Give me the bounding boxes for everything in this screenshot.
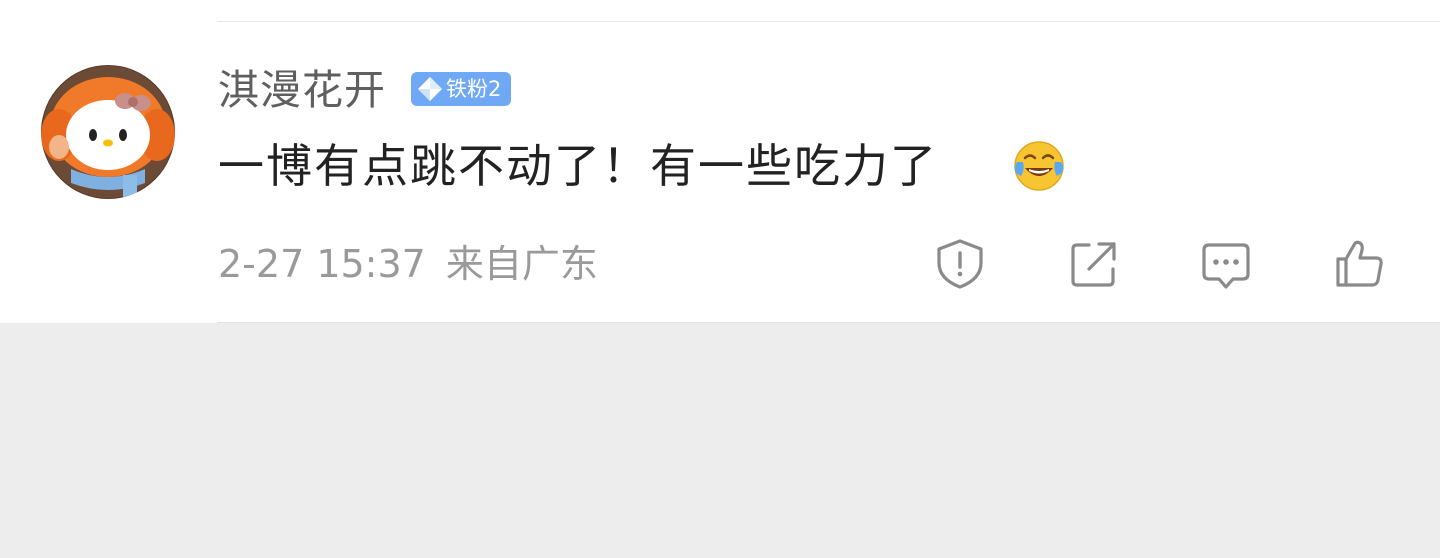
share-button[interactable]	[1066, 236, 1122, 292]
avatar[interactable]	[41, 65, 175, 199]
laughing-tears-emoji	[1014, 141, 1064, 191]
diamond-icon	[418, 77, 442, 101]
thumbs-up-icon	[1336, 240, 1383, 287]
comment-text: 一博有点跳不动了！有一些吃力了	[218, 139, 938, 193]
comment-card: 淇漫花开 铁粉2 一博有点跳不动了！有一些吃力了 2-27 15:37 来自广东	[0, 0, 1440, 323]
divider	[217, 322, 1440, 323]
shield-exclamation-icon	[937, 239, 983, 289]
comment-meta: 2-27 15:37 来自广东	[218, 236, 598, 292]
fan-badge[interactable]: 铁粉2	[411, 72, 511, 106]
report-button[interactable]	[932, 236, 988, 292]
share-arrow-icon	[1071, 242, 1116, 287]
speech-bubble-icon	[1202, 243, 1250, 289]
comment-button[interactable]	[1198, 236, 1254, 292]
username[interactable]: 淇漫花开	[218, 62, 386, 118]
like-button[interactable]	[1331, 236, 1387, 292]
badge-label: 铁粉2	[446, 77, 502, 101]
location: 来自广东	[445, 242, 598, 286]
timestamp: 2-27 15:37	[218, 242, 426, 286]
divider	[217, 21, 1440, 22]
